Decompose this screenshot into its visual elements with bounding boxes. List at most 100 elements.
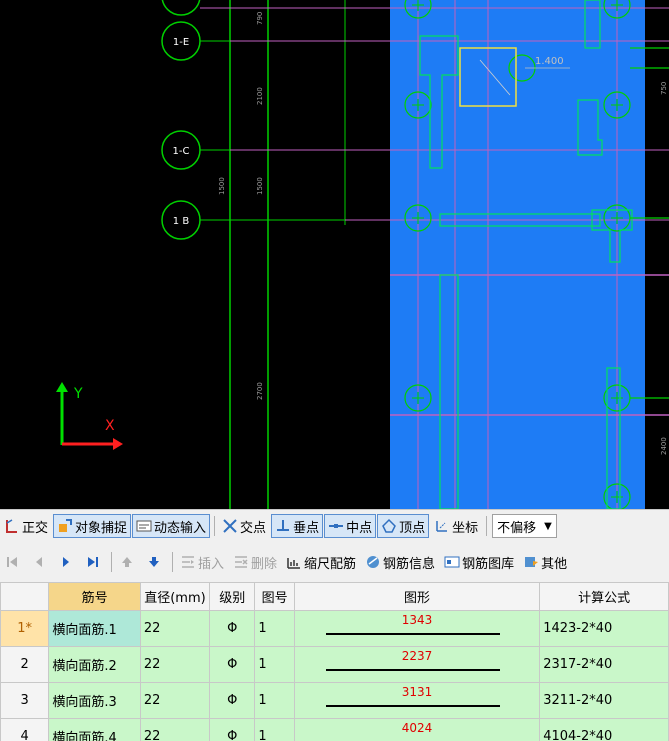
dynamic-input-icon xyxy=(136,520,152,532)
header-figure-no[interactable]: 图号 xyxy=(254,582,295,611)
row-number[interactable]: 2 xyxy=(0,646,50,683)
rebar-library-label: 钢筋图库 xyxy=(462,556,515,572)
scale-rebar-button[interactable]: 缩尺配筋 xyxy=(282,550,360,574)
header-shape[interactable]: 图形 xyxy=(293,582,541,611)
table-row[interactable]: 2 横向面筋.2 22 Φ 1 2237 2317-2*40 xyxy=(0,646,669,683)
grid-label-1E: 1-E xyxy=(173,37,189,48)
dimension-1500a: 1500 xyxy=(218,177,226,195)
grade-cell[interactable]: Φ xyxy=(209,718,256,741)
rebar-shape-line xyxy=(325,705,501,707)
midpoint-icon xyxy=(329,524,344,528)
offset-select[interactable]: 不偏移 ▼ xyxy=(492,514,557,538)
table-row[interactable]: 1* 横向面筋.1 22 Φ 1 1343 1423-2*40 xyxy=(0,610,669,647)
coordinate-snap-button[interactable]: 坐标 xyxy=(430,514,482,538)
dimension-2100: 2100 xyxy=(256,87,264,105)
prev-record-icon xyxy=(36,557,42,567)
ucs-x-label: X xyxy=(105,418,115,434)
figure-no-cell[interactable]: 1 xyxy=(254,682,295,719)
prev-record-button[interactable] xyxy=(27,550,53,574)
dynamic-input-label: 动态输入 xyxy=(154,520,207,536)
figure-no-cell[interactable]: 1 xyxy=(254,646,295,683)
grade-cell[interactable]: Φ xyxy=(209,682,256,719)
bar-name-cell[interactable]: 横向面筋.3 xyxy=(48,682,141,719)
row-number[interactable]: 1* xyxy=(0,610,50,647)
vertex-snap-button[interactable]: 顶点 xyxy=(377,514,430,538)
delete-button[interactable]: 删除 xyxy=(229,550,281,574)
midpoint-snap-button[interactable]: 中点 xyxy=(324,514,377,538)
table-row[interactable]: 3 横向面筋.3 22 Φ 1 3131 3211-2*40 xyxy=(0,682,669,719)
ucs-y-label: Y xyxy=(73,386,83,402)
intersection-label: 交点 xyxy=(240,520,267,536)
cad-drawing-canvas[interactable]: 1-E 1-C 1 B 790 2100 1500 1500 2700 750 … xyxy=(0,0,669,509)
ortho-icon xyxy=(6,519,17,533)
scale-rebar-icon xyxy=(287,558,301,569)
shape-cell[interactable]: 3131 xyxy=(293,682,541,719)
rebar-info-button[interactable]: 钢筋信息 xyxy=(361,550,439,574)
shape-cell[interactable]: 1343 xyxy=(293,610,541,647)
chevron-down-icon: ▼ xyxy=(544,520,552,532)
diameter-cell[interactable]: 22 xyxy=(139,610,211,647)
midpoint-label: 中点 xyxy=(346,520,373,536)
diameter-cell[interactable]: 22 xyxy=(139,718,211,741)
shape-length: 4024 xyxy=(401,721,433,735)
coordinate-icon xyxy=(436,521,448,532)
header-formula[interactable]: 计算公式 xyxy=(539,582,669,611)
next-record-button[interactable] xyxy=(54,550,80,574)
formula-cell[interactable]: 1423-2*40 xyxy=(539,610,669,647)
other-button[interactable]: 其他 xyxy=(519,550,571,574)
other-icon xyxy=(525,557,539,567)
figure-no-cell[interactable]: 1 xyxy=(254,718,295,741)
diameter-cell[interactable]: 22 xyxy=(139,646,211,683)
ucs-y-arrow xyxy=(56,382,68,392)
header-rownum xyxy=(0,582,50,611)
first-record-icon xyxy=(7,557,17,567)
object-snap-icon xyxy=(59,519,73,532)
row-number[interactable]: 4 xyxy=(0,718,50,741)
header-bar-number[interactable]: 筋号 xyxy=(48,582,141,611)
shape-cell[interactable]: 2237 xyxy=(293,646,541,683)
intersection-snap-button[interactable]: 交点 xyxy=(218,514,270,538)
move-up-button[interactable] xyxy=(115,550,141,574)
slab-region-right xyxy=(645,0,669,509)
dynamic-input-button[interactable]: 动态输入 xyxy=(132,514,211,538)
perpendicular-icon xyxy=(277,520,290,531)
object-snap-button[interactable]: 对象捕捉 xyxy=(53,514,132,538)
formula-cell[interactable]: 3211-2*40 xyxy=(539,682,669,719)
grid-bubble-top[interactable] xyxy=(161,0,201,16)
diameter-cell[interactable]: 22 xyxy=(139,682,211,719)
grid-label-1C: 1-C xyxy=(173,146,190,157)
grade-cell[interactable]: Φ xyxy=(209,646,256,683)
rebar-library-icon xyxy=(444,556,460,568)
last-record-button[interactable] xyxy=(81,550,107,574)
header-grade[interactable]: 级别 xyxy=(209,582,256,611)
move-down-button[interactable] xyxy=(142,550,168,574)
first-record-button[interactable] xyxy=(0,550,26,574)
ortho-button[interactable]: 正交 xyxy=(0,514,52,538)
dimension-790: 790 xyxy=(256,12,264,25)
dimension-2400: 2400 xyxy=(660,437,668,455)
table-header-row: 筋号 直径(mm) 级别 图号 图形 计算公式 xyxy=(0,582,669,611)
insert-button[interactable]: 插入 xyxy=(176,550,228,574)
shape-cell[interactable]: 4024 xyxy=(293,718,541,741)
shape-length: 3131 xyxy=(401,685,433,699)
header-diameter[interactable]: 直径(mm) xyxy=(139,582,211,611)
insert-label: 插入 xyxy=(198,556,225,572)
figure-no-cell[interactable]: 1 xyxy=(254,610,295,647)
bar-name-cell[interactable]: 横向面筋.2 xyxy=(48,646,141,683)
rebar-grid: 筋号 直径(mm) 级别 图号 图形 计算公式 1* 横向面筋.1 22 Φ 1… xyxy=(0,582,669,741)
bar-name-cell[interactable]: 横向面筋.4 xyxy=(48,718,141,741)
rebar-info-label: 钢筋信息 xyxy=(383,556,436,572)
dimension-2700: 2700 xyxy=(256,382,264,400)
rebar-library-button[interactable]: 钢筋图库 xyxy=(440,550,518,574)
row-number[interactable]: 3 xyxy=(0,682,50,719)
bar-name-cell[interactable]: 横向面筋.1 xyxy=(48,610,141,647)
formula-cell[interactable]: 2317-2*40 xyxy=(539,646,669,683)
table-row[interactable]: 4 横向面筋.4 22 Φ 1 4024 4104-2*40 xyxy=(0,718,669,741)
grade-cell[interactable]: Φ xyxy=(209,610,256,647)
vertex-label: 顶点 xyxy=(399,520,426,536)
perpendicular-snap-button[interactable]: 垂点 xyxy=(271,514,324,538)
formula-cell[interactable]: 4104-2*40 xyxy=(539,718,669,741)
arrow-up-icon xyxy=(122,557,132,567)
rebar-info-icon xyxy=(367,556,380,568)
elevation-label: 1.400 xyxy=(535,56,564,67)
